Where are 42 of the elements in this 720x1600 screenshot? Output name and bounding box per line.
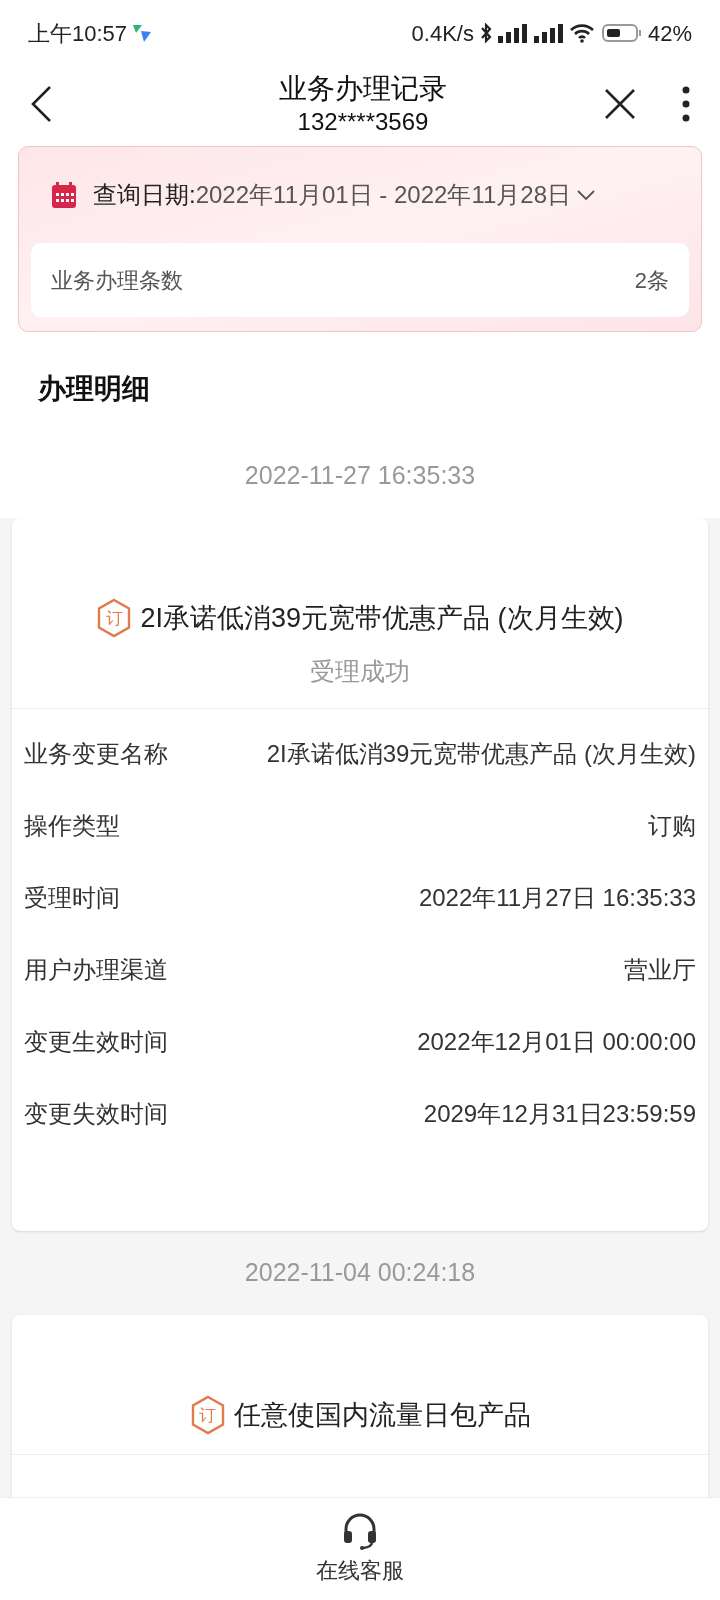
detail-label: 变更生效时间 [24, 1027, 168, 1057]
detail-value: 2029年12月31日23:59:59 [423, 1099, 696, 1129]
close-icon[interactable] [604, 88, 636, 120]
status-time: 上午10:57 [28, 19, 128, 48]
record-status: 受理成功 [310, 655, 410, 687]
detail-label: 业务变更名称 [24, 739, 168, 769]
battery-level: 42% [647, 19, 692, 48]
detail-value: 2022年12月01日 00:00:00 [417, 1027, 696, 1057]
network-speed: 0.4K/s [411, 19, 474, 48]
signal-icon [497, 23, 528, 43]
section-title: 办理明细 [37, 372, 151, 406]
phone-number: 132****3569 [297, 107, 429, 137]
detail-label: 用户办理渠道 [24, 955, 168, 985]
record-title: 任意使国内流量日包产品 [233, 1399, 531, 1432]
record-time: 2022-11-27 16:35:33 [243, 460, 477, 492]
detail-label: 受理时间 [24, 883, 120, 913]
calendar-icon [51, 181, 77, 209]
count-value: 2条 [634, 266, 669, 295]
signal-icon [533, 23, 564, 43]
app-notification-icon [131, 22, 154, 44]
headset-icon [341, 1511, 379, 1550]
record-title: 2I承诺低消39元宽带优惠产品 (次月生效) [140, 602, 624, 635]
bluetooth-icon [479, 23, 492, 43]
wifi-icon [569, 23, 596, 43]
date-range-dropdown[interactable]: 2022年11月01日 - 2022年11月28日 [195, 177, 595, 213]
detail-value: 订购 [648, 811, 696, 841]
more-icon[interactable] [682, 86, 690, 122]
detail-value: 营业厅 [624, 955, 696, 985]
query-date-label: 查询日期: [93, 180, 196, 210]
detail-label: 操作类型 [24, 811, 120, 841]
count-label: 业务办理条数 [51, 266, 183, 295]
chevron-down-icon [577, 189, 595, 201]
record-time: 2022-11-04 00:24:18 [243, 1257, 477, 1289]
order-badge-icon: 订 [189, 1395, 226, 1436]
detail-value: 2I承诺低消39元宽带优惠产品 (次月生效) [266, 739, 696, 769]
detail-value: 2022年11月27日 16:35:33 [418, 883, 696, 913]
detail-label: 变更失效时间 [24, 1099, 168, 1129]
page-title: 业务办理记录 [279, 72, 447, 106]
battery-icon [601, 23, 642, 43]
back-icon[interactable] [30, 85, 52, 123]
customer-service-button[interactable]: 在线客服 [316, 1511, 404, 1587]
order-badge-icon: 订 [96, 598, 133, 639]
